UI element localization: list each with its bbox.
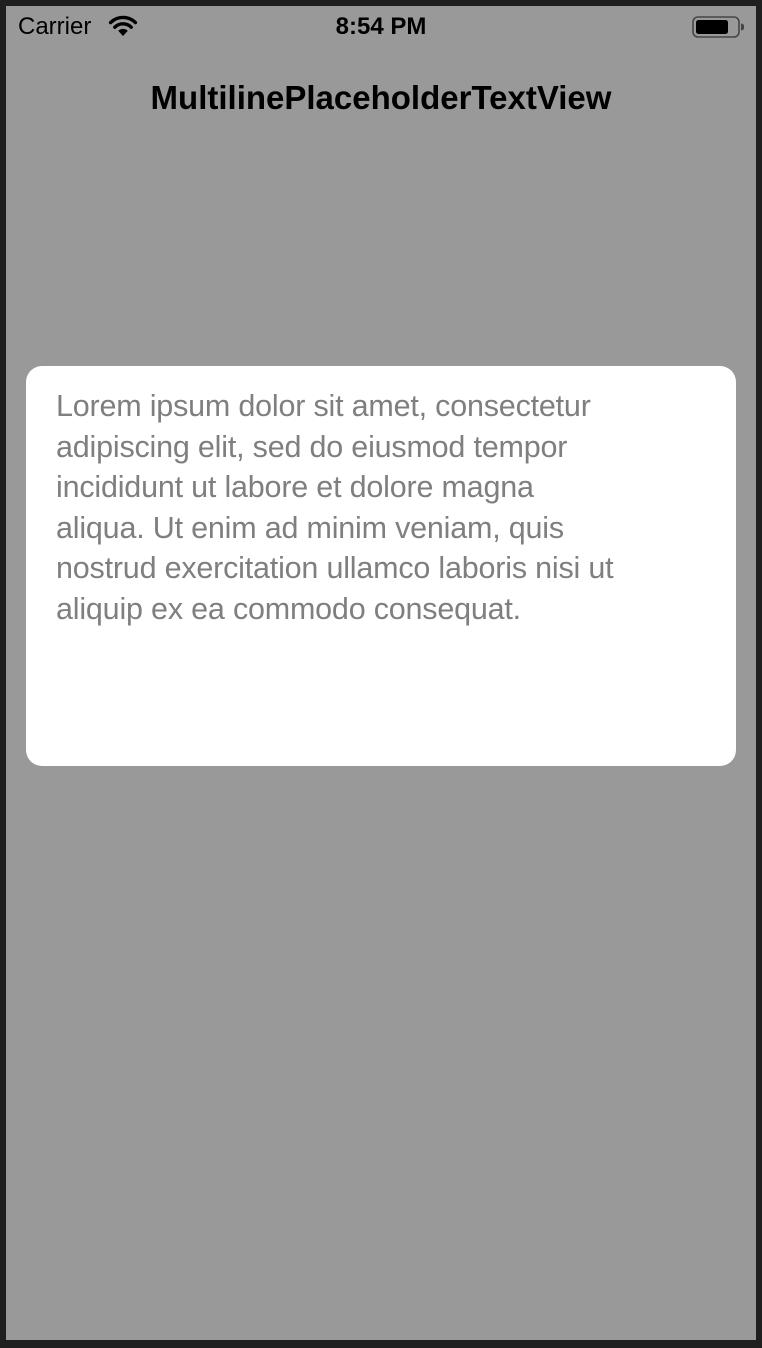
page-title: MultilinePlaceholderTextView — [150, 79, 612, 116]
device-screen: Carrier 8:54 PM MultilinePlaceholderText… — [6, 6, 756, 1340]
multiline-placeholder-text-view[interactable]: Lorem ipsum dolor sit amet, consectetur … — [26, 366, 736, 766]
battery-icon — [692, 16, 745, 38]
status-bar: Carrier 8:54 PM — [6, 6, 756, 46]
status-time: 8:54 PM — [335, 13, 427, 40]
navigation-bar: MultilinePlaceholderTextView — [6, 46, 756, 134]
placeholder-text: Lorem ipsum dolor sit amet, consectetur … — [56, 389, 614, 626]
